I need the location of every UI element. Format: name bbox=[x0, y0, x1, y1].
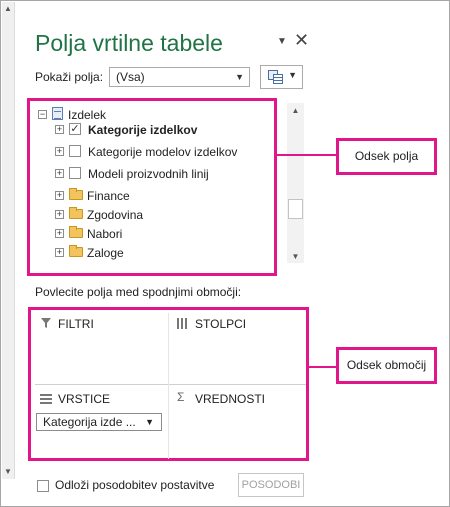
folder-icon bbox=[69, 207, 83, 219]
folder-item[interactable]: + Zgodovina bbox=[55, 206, 270, 224]
field-item[interactable]: + Kategorije modelov izdelkov bbox=[55, 143, 270, 161]
folder-icon bbox=[69, 245, 83, 257]
field-checkbox[interactable] bbox=[69, 145, 81, 157]
close-icon[interactable]: ✕ bbox=[294, 30, 309, 51]
folder-label: Zgodovina bbox=[87, 208, 144, 222]
values-area[interactable]: Σ VREDNOSTI bbox=[169, 386, 306, 458]
expand-icon[interactable]: + bbox=[55, 191, 64, 200]
sigma-icon: Σ bbox=[177, 390, 185, 404]
field-label: Kategorije modelov izdelkov bbox=[88, 145, 238, 159]
show-fields-value: (Vsa) bbox=[116, 70, 145, 84]
show-fields-dropdown[interactable]: (Vsa) ▼ bbox=[109, 67, 250, 87]
callout-connector bbox=[309, 366, 336, 368]
show-fields-label: Pokaži polja: bbox=[35, 70, 104, 84]
folder-item[interactable]: + Nabori bbox=[55, 225, 270, 243]
columns-area[interactable]: STOLPCI bbox=[169, 312, 306, 383]
filter-icon bbox=[41, 318, 51, 328]
rows-field-chip-label: Kategorija izde ... bbox=[43, 415, 136, 429]
scroll-down-arrow-icon[interactable]: ▼ bbox=[3, 467, 13, 477]
field-layout-icon bbox=[268, 70, 283, 84]
defer-update-label: Odloži posodobitev postavitve bbox=[55, 478, 215, 492]
filters-area[interactable]: FILTRI bbox=[34, 312, 167, 383]
folder-label: Zaloge bbox=[87, 246, 124, 260]
chevron-down-icon[interactable]: ▼ bbox=[145, 414, 154, 430]
folder-icon bbox=[69, 226, 83, 238]
expand-icon[interactable]: + bbox=[55, 169, 64, 178]
field-item[interactable]: + ✓ Kategorije izdelkov bbox=[55, 121, 270, 139]
scroll-down-arrow-icon[interactable]: ▼ bbox=[287, 251, 304, 263]
update-button[interactable]: POSODOBI bbox=[238, 473, 304, 497]
callout-areas-section: Odsek območij bbox=[336, 347, 437, 384]
filters-area-title: FILTRI bbox=[58, 317, 94, 331]
drag-hint-text: Povlecite polja med spodnjimi območji: bbox=[35, 285, 242, 299]
callout-field-section: Odsek polja bbox=[336, 138, 437, 175]
scroll-up-arrow-icon[interactable]: ▲ bbox=[287, 105, 304, 117]
columns-icon bbox=[177, 318, 187, 329]
tools-button[interactable]: ▼ bbox=[260, 65, 303, 89]
expand-icon[interactable]: + bbox=[55, 210, 64, 219]
columns-area-title: STOLPCI bbox=[195, 317, 247, 331]
area-divider bbox=[35, 384, 306, 385]
table-icon bbox=[52, 107, 63, 120]
chevron-down-icon[interactable]: ▼ bbox=[277, 36, 287, 47]
scroll-up-arrow-icon[interactable]: ▲ bbox=[3, 4, 13, 14]
collapse-icon[interactable]: − bbox=[38, 110, 47, 119]
field-label: Kategorije izdelkov bbox=[88, 123, 198, 137]
scroll-thumb[interactable] bbox=[288, 199, 303, 219]
chevron-down-icon: ▼ bbox=[288, 70, 297, 80]
folder-label: Nabori bbox=[87, 227, 123, 241]
folder-item[interactable]: + Zaloge bbox=[55, 244, 270, 262]
rows-field-chip[interactable]: Kategorija izde ... ▼ bbox=[36, 413, 162, 431]
expand-icon[interactable]: + bbox=[55, 248, 64, 257]
field-label: Modeli proizvodnih linij bbox=[88, 167, 209, 181]
expand-icon[interactable]: + bbox=[55, 229, 64, 238]
chevron-down-icon: ▼ bbox=[235, 72, 244, 82]
pane-scrollbar[interactable]: ▲ ▼ bbox=[2, 2, 15, 479]
expand-icon[interactable]: + bbox=[55, 125, 64, 134]
pane-title: Polja vrtilne tabele bbox=[35, 30, 223, 56]
callout-connector bbox=[277, 154, 336, 156]
defer-update-checkbox[interactable] bbox=[37, 480, 49, 492]
values-area-title: VREDNOSTI bbox=[195, 392, 266, 406]
field-checkbox[interactable] bbox=[69, 167, 81, 179]
folder-item[interactable]: + Finance bbox=[55, 187, 270, 205]
field-list-scrollbar[interactable]: ▲ ▼ bbox=[287, 103, 304, 263]
folder-label: Finance bbox=[87, 189, 130, 203]
expand-icon[interactable]: + bbox=[55, 147, 64, 156]
field-item[interactable]: + Modeli proizvodnih linij bbox=[55, 165, 270, 183]
folder-icon bbox=[69, 188, 83, 200]
rows-area-title: VRSTICE bbox=[58, 392, 111, 406]
rows-icon bbox=[40, 394, 52, 404]
field-checkbox[interactable]: ✓ bbox=[69, 123, 81, 135]
